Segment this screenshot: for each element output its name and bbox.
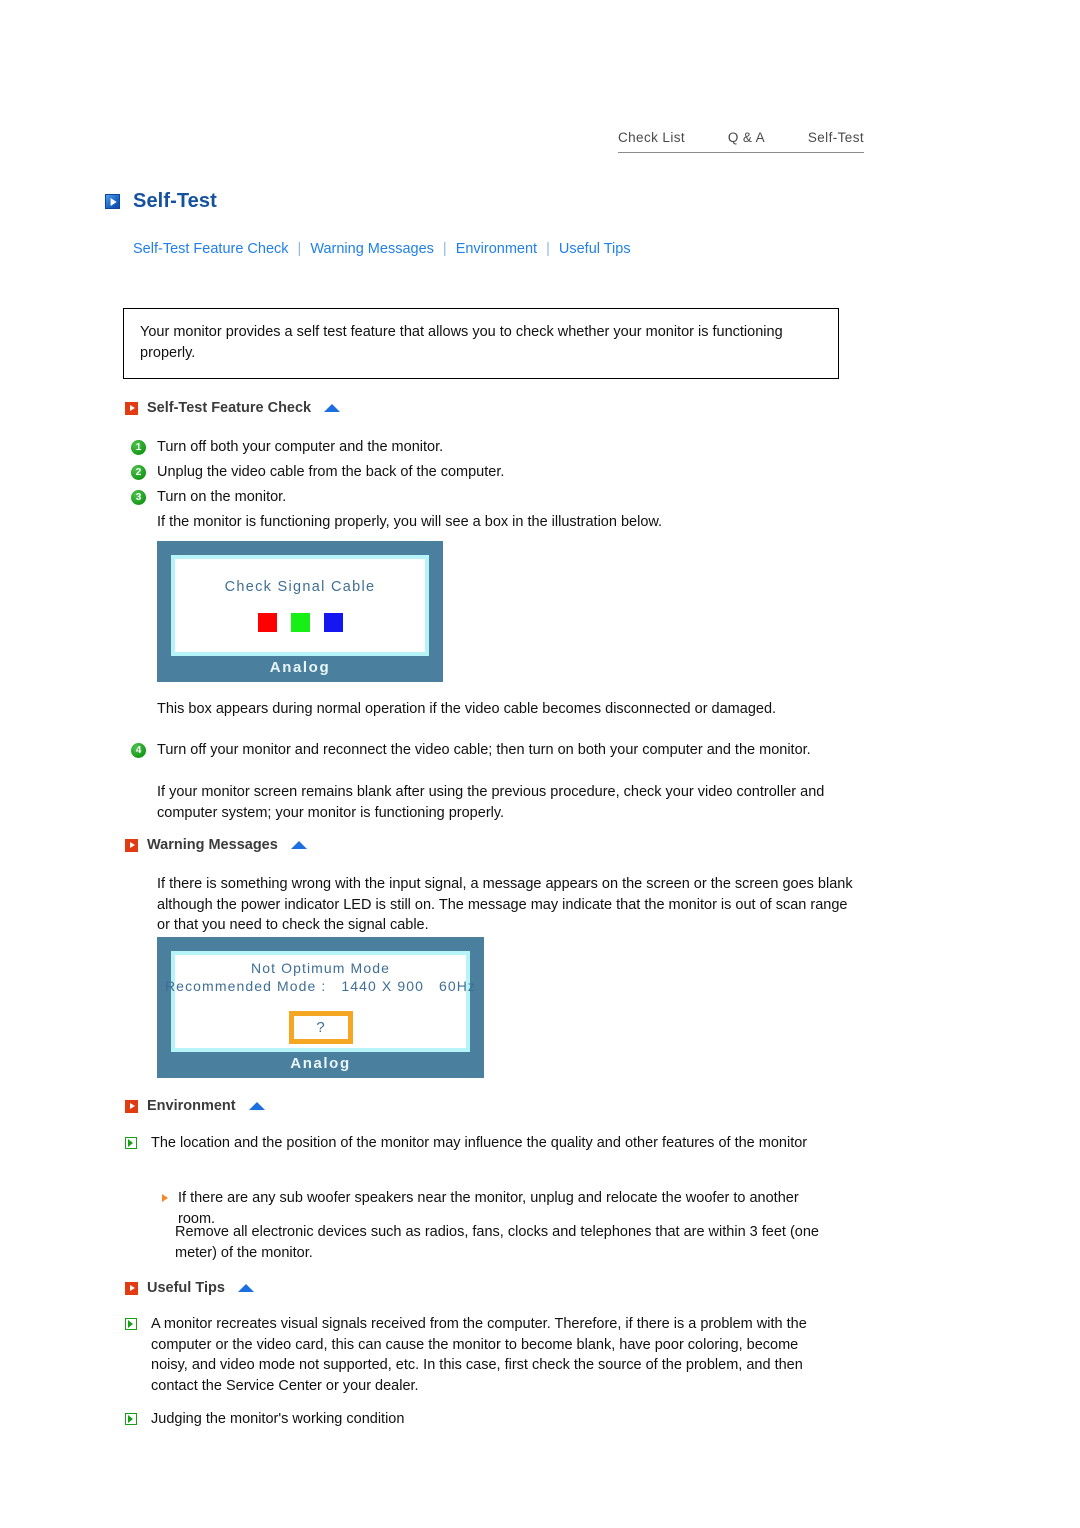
- osd-message-check-signal-cable: Check Signal Cable: [224, 579, 376, 595]
- monitor-input-label: Analog: [290, 1055, 351, 1072]
- section-heading-environment: Environment: [125, 1098, 265, 1114]
- osd-question-mark: ?: [316, 1018, 325, 1036]
- subnav-separator-3: |: [546, 241, 550, 257]
- red-play-square-icon: [125, 401, 138, 415]
- step-number-badge: 3: [131, 490, 146, 505]
- scroll-to-top-icon[interactable]: [290, 841, 307, 849]
- useful-tips-bullet-item: A monitor recreates visual signals recei…: [125, 1314, 835, 1396]
- section-heading-label: Warning Messages: [147, 837, 278, 853]
- subnav-separator-1: |: [297, 241, 302, 257]
- warning-messages-body: If there is something wrong with the inp…: [157, 876, 853, 934]
- environment-bullet-item: The location and the position of the mon…: [125, 1133, 825, 1154]
- self-test-closing-text: If your monitor screen remains blank aft…: [157, 784, 825, 821]
- environment-sub-bullet-text-2: Remove all electronic devices such as ra…: [175, 1224, 819, 1261]
- osd-message-not-optimum-mode: Not Optimum Mode: [251, 959, 390, 976]
- subnav-link-warning-messages[interactable]: Warning Messages: [310, 241, 434, 257]
- section-heading-label: Environment: [147, 1098, 236, 1114]
- step-text: Turn off both your computer and the moni…: [157, 439, 444, 455]
- section-heading-self-test-feature-check: Self-Test Feature Check: [125, 400, 341, 416]
- blue-play-square-icon: [105, 194, 120, 209]
- self-test-note-after-image: This box appears during normal operation…: [157, 701, 777, 717]
- useful-tips-bullet-text: Judging the monitor's working condition: [151, 1411, 405, 1427]
- step-item: 2 Unplug the video cable from the back o…: [131, 462, 831, 483]
- subnav-link-self-test-feature-check[interactable]: Self-Test Feature Check: [133, 241, 289, 257]
- subnav-link-environment[interactable]: Environment: [456, 241, 537, 257]
- blue-swatch: [323, 613, 343, 632]
- section-heading-label: Useful Tips: [147, 1280, 225, 1296]
- tab-check-list[interactable]: Check List: [618, 130, 685, 145]
- intro-text: Your monitor provides a self test featur…: [140, 324, 783, 361]
- green-swatch: [290, 613, 310, 632]
- monitor-illustration-not-optimum-mode: Not Optimum Mode Recommended Mode : 1440…: [157, 937, 484, 1078]
- subnav: Self-Test Feature Check | Warning Messages…: [133, 241, 631, 257]
- section-heading-label: Self-Test Feature Check: [147, 400, 312, 416]
- environment-bullet-text: The location and the position of the mon…: [151, 1135, 808, 1151]
- red-play-square-icon: [125, 1281, 138, 1295]
- step-number-badge: 1: [131, 440, 146, 455]
- monitor-screen: Check Signal Cable: [171, 555, 429, 656]
- intro-callout-box: Your monitor provides a self test featur…: [123, 308, 839, 380]
- osd-question-mark-box: ?: [288, 1010, 353, 1044]
- tab-self-test[interactable]: Self-Test: [808, 130, 864, 145]
- step-text: Unplug the video cable from the back of …: [157, 464, 505, 480]
- subnav-separator-2: |: [442, 241, 447, 257]
- tab-qa[interactable]: Q & A: [728, 130, 765, 145]
- step-item: 3 Turn on the monitor.: [131, 487, 831, 508]
- orange-triangle-bullet-icon: [162, 1194, 168, 1202]
- step-number-badge: 2: [131, 465, 146, 480]
- monitor-illustration-check-signal-cable: Check Signal Cable Analog: [157, 541, 443, 682]
- scroll-to-top-icon[interactable]: [324, 404, 341, 412]
- osd-message-recommended-mode: Recommended Mode : 1440 X 900 60Hz: [164, 977, 477, 994]
- monitor-input-label: Analog: [269, 659, 331, 676]
- scroll-to-top-icon[interactable]: [237, 1284, 254, 1292]
- step-text: Turn off your monitor and reconnect the …: [157, 742, 811, 758]
- green-arrow-bullet-icon: [125, 1137, 137, 1149]
- section-heading-warning-messages: Warning Messages: [125, 837, 307, 853]
- useful-tips-bullet-item: Judging the monitor's working condition: [125, 1409, 835, 1430]
- scroll-to-top-icon[interactable]: [248, 1102, 265, 1110]
- self-test-note-after-steps: If the monitor is functioning properly, …: [157, 514, 663, 530]
- red-play-square-icon: [125, 1099, 138, 1113]
- green-arrow-bullet-icon: [125, 1318, 137, 1330]
- red-play-square-icon: [125, 838, 138, 852]
- rgb-color-swatches: [257, 613, 343, 632]
- section-heading-useful-tips: Useful Tips: [125, 1280, 254, 1296]
- useful-tips-bullet-text: A monitor recreates visual signals recei…: [151, 1316, 807, 1394]
- monitor-screen: Not Optimum Mode Recommended Mode : 1440…: [165, 951, 475, 1052]
- step-item: 4 Turn off your monitor and reconnect th…: [131, 740, 831, 761]
- page-title-row: Self-Test: [105, 190, 217, 213]
- step-item: 1 Turn off both your computer and the mo…: [131, 437, 831, 458]
- green-arrow-bullet-icon: [125, 1413, 137, 1425]
- subnav-link-useful-tips[interactable]: Useful Tips: [559, 241, 631, 257]
- top-tab-bar: Check List Q & A Self-Test: [618, 130, 864, 153]
- page-title: Self-Test: [133, 190, 217, 212]
- red-swatch: [257, 613, 277, 632]
- step-text: Turn on the monitor.: [157, 489, 287, 505]
- step-number-badge: 4: [131, 743, 146, 758]
